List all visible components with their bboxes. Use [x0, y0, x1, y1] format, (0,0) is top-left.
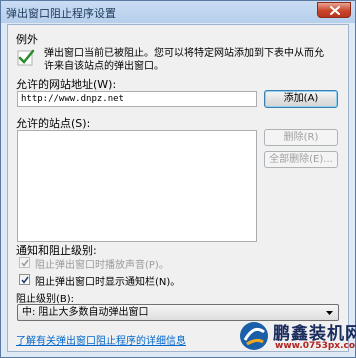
- blocking-level-label: 阻止级别(B):: [16, 294, 75, 305]
- remove-all-button[interactable]: 全部删除(E)...: [264, 151, 338, 168]
- blocking-level-value: 中: 阻止大多数自动弹出窗口: [22, 307, 149, 318]
- watermark: 鹏鑫装机网 www.0753px.com: [235, 319, 356, 355]
- watermark-url: www.0753px.com: [275, 341, 356, 351]
- address-input[interactable]: http://www.dnpz.net: [17, 91, 257, 107]
- checkmark-icon: [21, 259, 29, 267]
- address-label: 允许的网站地址(W):: [16, 78, 117, 91]
- add-button[interactable]: 添加(A): [264, 90, 338, 108]
- title-bar[interactable]: 弹出窗口阻止程序设置: [1, 1, 355, 23]
- checkmark-icon: [21, 276, 29, 284]
- popup-blocker-settings-window: 弹出窗口阻止程序设置 例外 弹出窗口当前已被阻止。您可以将特定网站添加到下表中从…: [0, 0, 356, 358]
- checkmark-shield-icon: [17, 49, 35, 66]
- remove-button[interactable]: 删除(R): [264, 129, 338, 146]
- close-button[interactable]: [317, 2, 351, 18]
- close-icon: [330, 6, 340, 15]
- learn-more-link[interactable]: 了解有关弹出窗口阻止程序的详细信息: [16, 332, 186, 347]
- allowed-sites-label: 允许的站点(S):: [16, 117, 91, 130]
- show-notification-bar-checkbox[interactable]: [19, 274, 30, 285]
- allowed-sites-list[interactable]: [17, 130, 257, 242]
- watermark-logo-icon: [240, 322, 268, 350]
- chevron-down-icon: [326, 311, 333, 315]
- dialog-body: 例外 弹出窗口当前已被阻止。您可以将特定网站添加到下表中从而允 许来自该站点的弹…: [7, 24, 349, 352]
- play-sound-checkbox[interactable]: [19, 257, 30, 268]
- window-title: 弹出窗口阻止程序设置: [6, 7, 116, 20]
- show-notification-bar-label: 阻止弹出窗口时显示通知栏(N)。: [35, 277, 181, 288]
- play-sound-label: 阻止弹出窗口时播放声音(P)。: [35, 260, 169, 271]
- exceptions-section-label: 例外: [16, 33, 38, 46]
- info-text-line2: 许来自该站点的弹出窗口。: [44, 61, 164, 72]
